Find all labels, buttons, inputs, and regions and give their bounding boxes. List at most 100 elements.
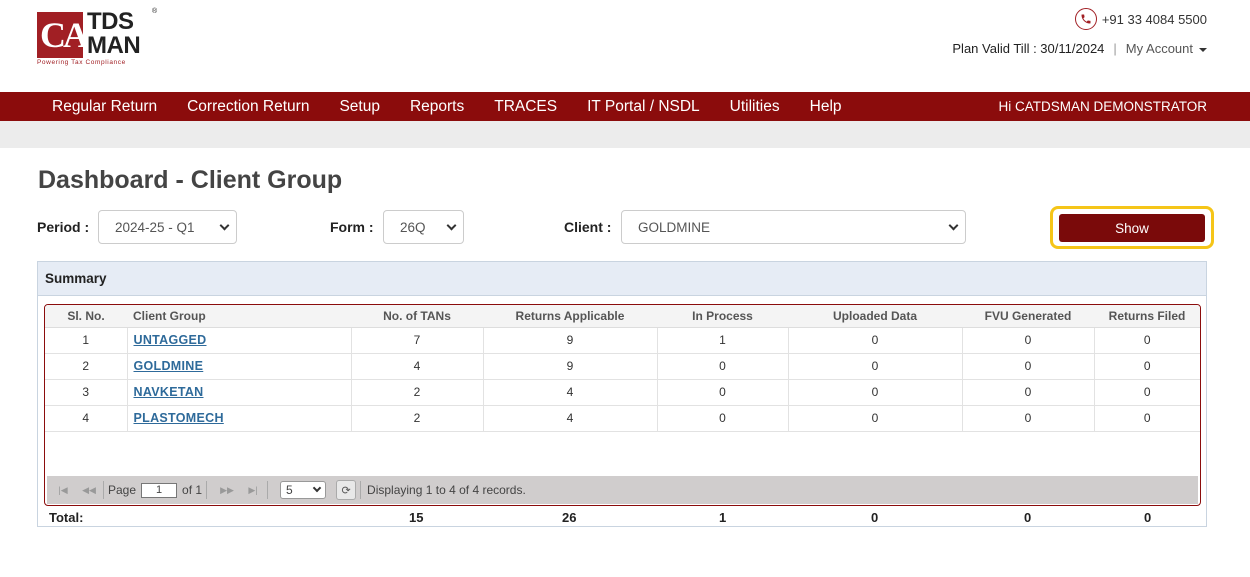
sub-nav-bar xyxy=(0,121,1250,148)
chevron-down-icon xyxy=(446,220,457,231)
cell-no-of-tans: 4 xyxy=(351,353,484,380)
col-header-returns-applicable[interactable]: Returns Applicable xyxy=(483,305,657,328)
client-group-link[interactable]: NAVKETAN xyxy=(134,385,204,399)
col-header-returns-filed[interactable]: Returns Filed xyxy=(1094,305,1200,328)
cell-no-of-tans: 2 xyxy=(351,405,484,432)
first-page-icon[interactable]: |◀ xyxy=(53,481,73,499)
cell-fvu-generated: 0 xyxy=(962,327,1095,354)
nav-utilities[interactable]: Utilities xyxy=(715,98,795,116)
cell-returns-filed: 0 xyxy=(1094,327,1200,354)
total-returns-applicable: 26 xyxy=(562,510,577,525)
nav-reports[interactable]: Reports xyxy=(395,98,479,116)
form-select[interactable]: 26Q xyxy=(383,210,464,244)
cell-sl-no: 2 xyxy=(45,353,128,380)
nav-setup[interactable]: Setup xyxy=(324,98,395,116)
summary-title: Summary xyxy=(38,262,1206,296)
pager-divider xyxy=(267,481,269,499)
col-header-uploaded-data[interactable]: Uploaded Data xyxy=(788,305,962,328)
nav-it-portal[interactable]: IT Portal / NSDL xyxy=(572,98,715,116)
cell-sl-no: 3 xyxy=(45,379,128,406)
plan-account-row: Plan Valid Till : 30/11/2024 | My Accoun… xyxy=(952,41,1207,56)
cell-returns-filed: 0 xyxy=(1094,353,1200,380)
period-label: Period : xyxy=(37,219,90,235)
show-button[interactable]: Show xyxy=(1059,214,1205,242)
phone-number: +91 33 4084 5500 xyxy=(1101,11,1207,27)
nav-correction-return[interactable]: Correction Return xyxy=(172,98,324,116)
col-header-fvu-generated[interactable]: FVU Generated xyxy=(962,305,1094,328)
cell-returns-applicable: 4 xyxy=(483,379,658,406)
refresh-icon[interactable]: ⟳ xyxy=(336,480,357,500)
table-row[interactable]: 1 UNTAGGED 7 9 1 0 0 0 xyxy=(45,327,1200,354)
phone-icon xyxy=(1074,8,1097,30)
my-account-label: My Account xyxy=(1125,41,1193,56)
logo-word-tds: TDS xyxy=(87,8,134,35)
form-value: 26Q xyxy=(400,219,426,235)
client-select[interactable]: GOLDMINE xyxy=(621,210,966,244)
cell-in-process: 0 xyxy=(657,353,789,380)
col-header-client-group[interactable]: Client Group xyxy=(127,305,351,328)
chevron-down-icon xyxy=(219,220,230,231)
cell-no-of-tans: 2 xyxy=(351,379,484,406)
main-nav: Regular Return Correction Return Setup R… xyxy=(0,92,1250,121)
cell-in-process: 0 xyxy=(657,405,789,432)
col-header-sl-no[interactable]: Sl. No. xyxy=(45,305,127,328)
caret-down-icon xyxy=(1199,47,1207,52)
table-row[interactable]: 4 PLASTOMECH 2 4 0 0 0 0 xyxy=(45,405,1200,432)
col-header-no-of-tans[interactable]: No. of TANs xyxy=(351,305,483,328)
total-in-process: 1 xyxy=(719,510,727,525)
cell-client-group: UNTAGGED xyxy=(127,327,352,354)
cell-uploaded-data: 0 xyxy=(788,379,963,406)
table-row[interactable]: 2 GOLDMINE 4 9 0 0 0 0 xyxy=(45,353,1200,380)
pager-divider xyxy=(103,481,104,499)
pager-divider xyxy=(360,481,362,499)
cell-fvu-generated: 0 xyxy=(962,379,1095,406)
cell-fvu-generated: 0 xyxy=(962,405,1095,432)
client-group-link[interactable]: GOLDMINE xyxy=(134,359,204,373)
cell-uploaded-data: 0 xyxy=(788,353,963,380)
client-group-link[interactable]: PLASTOMECH xyxy=(134,411,224,425)
page-size-value: 5 xyxy=(286,483,293,497)
logo-tagline: Powering Tax Compliance xyxy=(37,59,126,66)
pager-divider xyxy=(206,481,208,499)
nav-regular-return[interactable]: Regular Return xyxy=(37,98,172,116)
page-label: Page xyxy=(108,483,137,497)
chevron-down-icon xyxy=(948,220,959,231)
col-header-in-process[interactable]: In Process xyxy=(657,305,788,328)
client-label: Client : xyxy=(564,219,612,235)
total-returns-filed: 0 xyxy=(1144,510,1152,525)
page-number-input[interactable]: 1 xyxy=(141,482,178,498)
grid-pager: |◀ ◀◀ Page 1 of 1 ▶▶ ▶| 5 ⟳ Displaying 1… xyxy=(47,476,1198,504)
cell-returns-filed: 0 xyxy=(1094,379,1200,406)
page-size-select[interactable]: 5 xyxy=(280,481,327,499)
my-account-menu[interactable]: My Account xyxy=(1126,41,1207,56)
summary-grid: Sl. No. Client Group No. of TANs Returns… xyxy=(44,304,1201,506)
phone-contact: +91 33 4084 5500 xyxy=(1074,8,1207,30)
next-page-icon[interactable]: ▶▶ xyxy=(217,481,237,499)
cell-returns-applicable: 9 xyxy=(483,327,658,354)
user-greeting[interactable]: Hi CATDSMAN DEMONSTRATOR xyxy=(998,92,1207,121)
cell-client-group: PLASTOMECH xyxy=(127,405,352,432)
prev-page-icon[interactable]: ◀◀ xyxy=(79,481,99,499)
cell-in-process: 0 xyxy=(657,379,789,406)
cell-returns-filed: 0 xyxy=(1094,405,1200,432)
nav-traces[interactable]: TRACES xyxy=(479,98,572,116)
period-select[interactable]: 2024-25 - Q1 xyxy=(98,210,237,244)
totals-row: Total: 15 26 1 0 0 0 xyxy=(38,508,1206,526)
tdsman-logo[interactable]: CA TDS MAN ® Powering Tax Compliance xyxy=(37,8,162,68)
cell-in-process: 1 xyxy=(657,327,789,354)
show-button-highlight: Show xyxy=(1050,206,1214,249)
cell-no-of-tans: 7 xyxy=(351,327,484,354)
summary-panel: Summary Sl. No. Client Group No. of TANs… xyxy=(37,261,1207,527)
table-row[interactable]: 3 NAVKETAN 2 4 0 0 0 0 xyxy=(45,379,1200,406)
cell-fvu-generated: 0 xyxy=(962,353,1095,380)
last-page-icon[interactable]: ▶| xyxy=(243,481,263,499)
cell-client-group: GOLDMINE xyxy=(127,353,352,380)
total-uploaded-data: 0 xyxy=(871,510,879,525)
header-separator: | xyxy=(1113,41,1117,56)
logo-registered-mark: ® xyxy=(152,8,158,15)
total-fvu-generated: 0 xyxy=(1024,510,1032,525)
nav-help[interactable]: Help xyxy=(795,98,857,116)
period-value: 2024-25 - Q1 xyxy=(115,219,195,235)
logo-word-man: MAN xyxy=(87,32,141,59)
client-group-link[interactable]: UNTAGGED xyxy=(134,333,207,347)
